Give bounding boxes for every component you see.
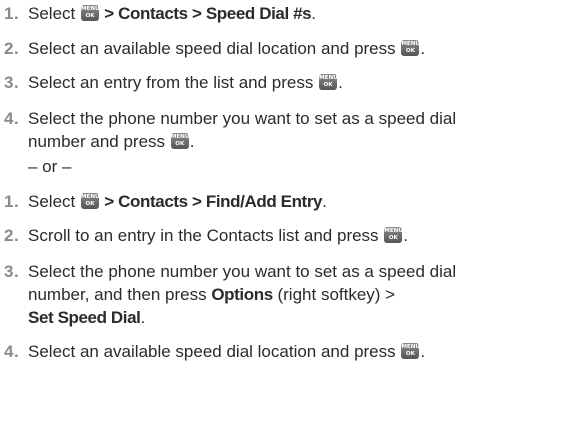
menu-icon-label: MENU	[401, 344, 420, 350]
menu-icon-label: MENU	[80, 194, 100, 200]
step-text: Select an available speed dial location …	[28, 340, 579, 363]
step-text-part: Select an available speed dial location …	[28, 342, 401, 361]
menu-ok-key-icon: MENU OK	[401, 343, 420, 359]
ok-icon-label: OK	[405, 48, 415, 54]
ok-icon-label: OK	[85, 201, 95, 207]
softkey-label: Options	[211, 285, 273, 304]
menu-option: Set Speed Dial	[28, 308, 141, 327]
menu-ok-key-icon: MENU OK	[80, 5, 100, 21]
step-text-part: (right softkey) >	[272, 285, 396, 304]
step-number: 4.	[4, 109, 20, 128]
step-text-line: Set Speed Dial.	[28, 306, 579, 329]
instruction-document: 1. Select MENU OK > Contacts > Speed Dial…	[0, 0, 579, 442]
menu-icon-label: MENU	[170, 134, 190, 140]
step-text-part: .	[338, 73, 343, 92]
menu-path: > Contacts > Speed Dial #s	[99, 4, 312, 23]
step-number: 3.	[4, 262, 20, 281]
step-text-part: .	[322, 192, 327, 211]
step-text-part: .	[420, 342, 426, 361]
menu-ok-key-icon: MENU OK	[319, 74, 338, 90]
step-number: 2.	[4, 39, 20, 58]
step-text-line: Select the phone number you want to set …	[28, 109, 457, 128]
step-text-part: .	[189, 132, 195, 151]
step-text-line: number and press MENU OK.	[28, 130, 579, 153]
ok-icon-label: OK	[405, 351, 415, 357]
step-number: 1.	[4, 192, 20, 211]
step-text: Select the phone number you want to set …	[28, 260, 579, 329]
step-text-part: number and press	[28, 132, 170, 151]
step-number: 1.	[4, 4, 20, 23]
menu-ok-key-icon: MENU OK	[401, 40, 420, 56]
step-number: 2.	[4, 226, 20, 245]
menu-icon-label: MENU	[80, 6, 100, 12]
step-text-line: Select the phone number you want to set …	[28, 262, 457, 281]
menu-ok-key-icon: MENU OK	[80, 193, 100, 209]
step-text-line: number, and then press Options (right so…	[28, 283, 579, 306]
step-text-part: Select	[28, 4, 80, 23]
step-text-part: number, and then press	[28, 285, 212, 304]
menu-icon-label: MENU	[384, 228, 403, 234]
step-number: 3.	[4, 73, 20, 92]
step-text-part: Select	[28, 192, 80, 211]
step-text-part: .	[311, 4, 316, 23]
step-text-part: Select an entry from the list and press	[28, 73, 319, 92]
step-text-part: .	[140, 308, 146, 327]
step-text: Scroll to an entry in the Contacts list …	[28, 224, 579, 247]
step-text: Select an entry from the list and press …	[28, 71, 579, 94]
menu-ok-key-icon: MENU OK	[170, 133, 190, 149]
step-text: Select an available speed dial location …	[28, 37, 579, 60]
step-text-part: .	[420, 39, 426, 58]
ok-icon-label: OK	[388, 235, 398, 241]
menu-icon-label: MENU	[401, 41, 420, 47]
ok-icon-label: OK	[175, 141, 185, 147]
menu-icon-label: MENU	[319, 75, 338, 81]
step-text-part: Select an available speed dial location …	[28, 39, 401, 58]
or-separator: – or –	[28, 157, 72, 176]
step-text: Select MENU OK > Contacts > Speed Dial #s…	[28, 2, 579, 25]
ok-icon-label: OK	[85, 13, 95, 19]
step-text: Select MENU OK > Contacts > Find/Add Entr…	[28, 190, 579, 213]
ok-icon-label: OK	[323, 82, 333, 88]
menu-path: > Contacts > Find/Add Entry	[99, 192, 323, 211]
menu-ok-key-icon: MENU OK	[384, 227, 403, 243]
step-number: 4.	[4, 342, 20, 361]
step-text-part: Scroll to an entry in the Contacts list …	[28, 226, 384, 245]
step-text: Select the phone number you want to set …	[28, 107, 579, 153]
step-text-part: .	[403, 226, 409, 245]
